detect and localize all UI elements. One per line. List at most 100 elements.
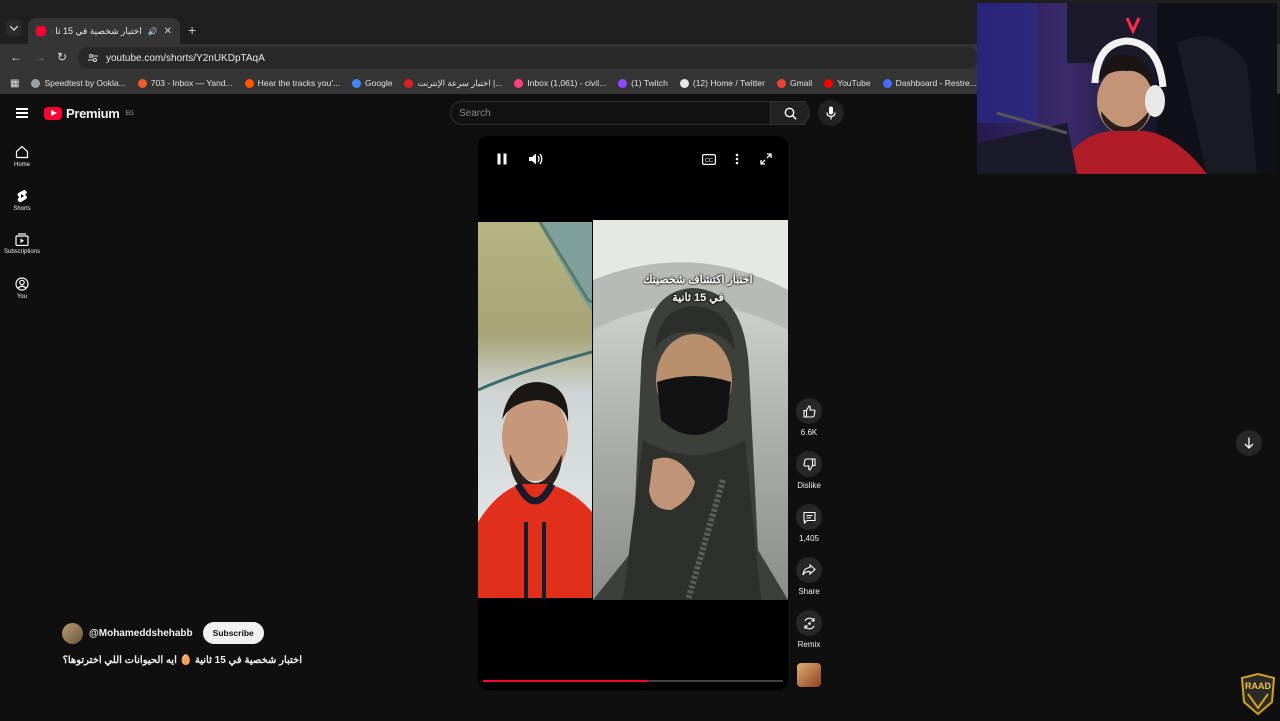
back-icon[interactable]: ← [10,50,22,64]
thumbs-down-icon [802,457,816,471]
browser-tab[interactable]: اختبار شخصية في 15 ثا (77) 🔊 ✕ [28,18,180,44]
bookmark-favicon-icon [404,78,414,88]
bookmark-favicon-icon [137,78,147,88]
subscriptions-icon [15,233,29,246]
guide-sidebar: Home Shorts Subscriptions You [0,134,44,310]
short-title: اختبار شخصية في 15 ثانية 🥚 ايه الحيوانات… [62,655,302,666]
bookmark-item[interactable]: Speedtest by Ookla... [31,78,126,88]
shorts-player[interactable]: CC اختبار اكتشاف شخصيتك في 15 ثانية [478,136,788,690]
bookmark-item[interactable]: Inbox (1,061) - civil... [514,78,606,88]
pause-button[interactable] [497,152,507,170]
youtube-header: Premium EG Search [0,94,976,134]
address-bar[interactable]: youtube.com/shorts/Y2nUKDpTAqA [78,47,978,69]
bookmark-favicon-icon [618,78,628,88]
bookmark-item[interactable]: Hear the tracks you'... [244,78,340,88]
youtube-favicon-icon [36,26,46,36]
remix-label: Remix [797,640,821,649]
microphone-icon [826,106,836,120]
chevron-down-icon [10,25,18,31]
next-short-button[interactable] [1236,430,1262,456]
url-text: youtube.com/shorts/Y2nUKDpTAqA [106,52,265,64]
bookmark-item[interactable]: 703 - Inbox — Yand... [137,78,233,88]
pause-icon [497,153,507,165]
fullscreen-button[interactable] [760,152,772,170]
sound-thumbnail-action [790,663,828,716]
guide-item-home[interactable]: Home [0,134,44,178]
bookmark-item[interactable]: Google [352,78,392,88]
raad-shield-logo: RAAD [1240,672,1276,716]
audio-playing-icon[interactable]: 🔊 [148,27,158,36]
search-button[interactable] [770,101,810,125]
remix-action: Remix [790,610,828,663]
share-button[interactable] [796,557,822,583]
share-action: Share [790,557,828,610]
more-options-button[interactable] [735,152,739,170]
raad-logo: RAAD [1238,672,1278,716]
dislike-button[interactable] [796,451,822,477]
dislike-action: Dislike [790,451,828,504]
captions-button[interactable]: CC [702,152,717,170]
remix-button[interactable] [796,610,822,636]
shorts-icon [17,189,27,202]
close-tab-icon[interactable]: ✕ [164,26,172,37]
like-action: 6.6K [790,398,828,451]
like-button[interactable] [796,398,822,424]
bookmark-favicon-icon [352,78,362,88]
svg-text:CC: CC [705,158,713,164]
bookmark-favicon-icon [244,78,254,88]
video-left-panel [478,222,592,598]
bookmark-favicon-icon [514,78,524,88]
bookmark-favicon-icon [679,78,689,88]
search-input[interactable]: Search [450,101,806,125]
guide-item-you[interactable]: You [0,266,44,310]
volume-icon [529,153,543,165]
youtube-premium-logo[interactable]: Premium EG [44,106,134,121]
video-frame[interactable]: اختبار اكتشاف شخصيتك في 15 ثانية [478,220,788,600]
bookmark-favicon-icon [882,78,892,88]
forward-icon[interactable]: → [34,50,46,64]
thumbs-up-icon [802,404,816,418]
progress-fill [483,680,648,682]
comments-button[interactable] [796,504,822,530]
channel-name[interactable]: @Mohameddshehabb [89,628,193,639]
share-label: Share [798,587,820,596]
bookmark-item[interactable]: Gmail [776,78,812,88]
menu-icon[interactable] [16,108,28,118]
voice-search-button[interactable] [818,100,844,126]
search-icon [784,107,797,120]
bookmark-item[interactable]: (12) Home / Twitter [679,78,765,88]
bookmark-item[interactable]: اختبار سرعة الإنترنت |... [404,78,502,89]
bookmark-item[interactable]: (1) Twitch [618,78,668,88]
channel-avatar[interactable] [62,622,83,644]
man-in-red-hoodie-image [478,222,592,598]
arrow-down-icon [1244,437,1254,449]
subscribe-button[interactable]: Subscribe [202,622,264,644]
tab-title: اختبار شخصية في 15 ثا (77) [52,25,142,36]
closed-captions-icon: CC [702,154,717,166]
reload-icon[interactable]: ↻ [57,50,67,64]
video-caption-overlay: اختبار اكتشاف شخصيتك في 15 ثانية [643,274,753,304]
comments-action: 1,405 [790,504,828,557]
shorts-actions: 6.6K Dislike 1,405 Share Remix [790,398,828,716]
region-code: EG [125,110,134,117]
comment-icon [802,511,816,524]
svg-text:RAAD: RAAD [1245,681,1271,691]
new-tab-icon[interactable]: + [188,22,196,38]
bookmark-item[interactable]: YouTube [824,78,871,88]
more-vertical-icon [735,153,739,165]
volume-button[interactable] [529,152,543,170]
expand-icon [760,153,772,165]
video-progress-bar[interactable] [483,680,783,682]
home-icon [15,145,29,158]
sound-thumbnail[interactable] [797,663,821,687]
site-info-icon[interactable] [88,53,98,63]
you-icon [15,276,29,291]
tab-search-button[interactable] [6,20,22,36]
apps-grid-icon[interactable]: ▦ [10,78,19,89]
channel-info: @Mohameddshehabb Subscribe [62,622,264,644]
remix-icon [803,617,815,629]
bookmark-item[interactable]: Dashboard - Restre... [882,78,977,88]
guide-item-subscriptions[interactable]: Subscriptions [0,222,44,266]
guide-item-shorts[interactable]: Shorts [0,178,44,222]
share-icon [802,564,816,576]
